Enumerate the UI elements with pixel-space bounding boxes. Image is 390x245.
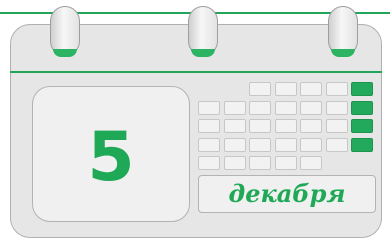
calendar-cell <box>300 137 322 152</box>
calendar-cell <box>223 100 246 115</box>
calendar-cell-highlight <box>351 137 373 152</box>
calendar-cell <box>325 82 348 96</box>
calendar-cell <box>223 137 246 152</box>
month-box: декабря <box>198 175 376 213</box>
calendar-widget: 5 декабря <box>0 0 390 245</box>
calendar-cell <box>300 156 322 170</box>
calendar-cell <box>300 119 322 133</box>
calendar-cell <box>249 82 271 96</box>
binder-ring-icon <box>188 6 218 57</box>
calendar-cell <box>198 156 220 170</box>
calendar-cell <box>249 119 271 133</box>
calendar-cell <box>198 119 220 133</box>
calendar-cell-highlight <box>351 100 373 115</box>
calendar-cell-highlight <box>351 119 373 133</box>
calendar-cell <box>249 137 271 152</box>
calendar-cell <box>274 119 297 133</box>
calendar-cell <box>223 119 246 133</box>
calendar-cell <box>274 82 297 96</box>
calendar-cell <box>325 137 348 152</box>
calendar-grid <box>198 82 378 170</box>
calendar-header-divider <box>10 71 382 73</box>
calendar-cell <box>325 119 348 133</box>
calendar-cell <box>300 100 322 115</box>
calendar-cell <box>274 137 297 152</box>
calendar-cell <box>274 100 297 115</box>
day-number: 5 <box>87 118 135 197</box>
calendar-cell <box>249 156 271 170</box>
binder-ring-icon <box>50 6 80 57</box>
binder-ring-icon <box>328 6 358 57</box>
calendar-cell <box>198 100 220 115</box>
calendar-cell-highlight <box>351 82 373 96</box>
month-name: декабря <box>228 179 346 208</box>
day-card: 5 <box>32 86 190 222</box>
calendar-cell <box>325 100 348 115</box>
calendar-cell <box>300 82 322 96</box>
calendar-cell <box>274 156 297 170</box>
calendar-cell <box>249 100 271 115</box>
calendar-cell <box>198 137 220 152</box>
calendar-cell <box>223 156 246 170</box>
